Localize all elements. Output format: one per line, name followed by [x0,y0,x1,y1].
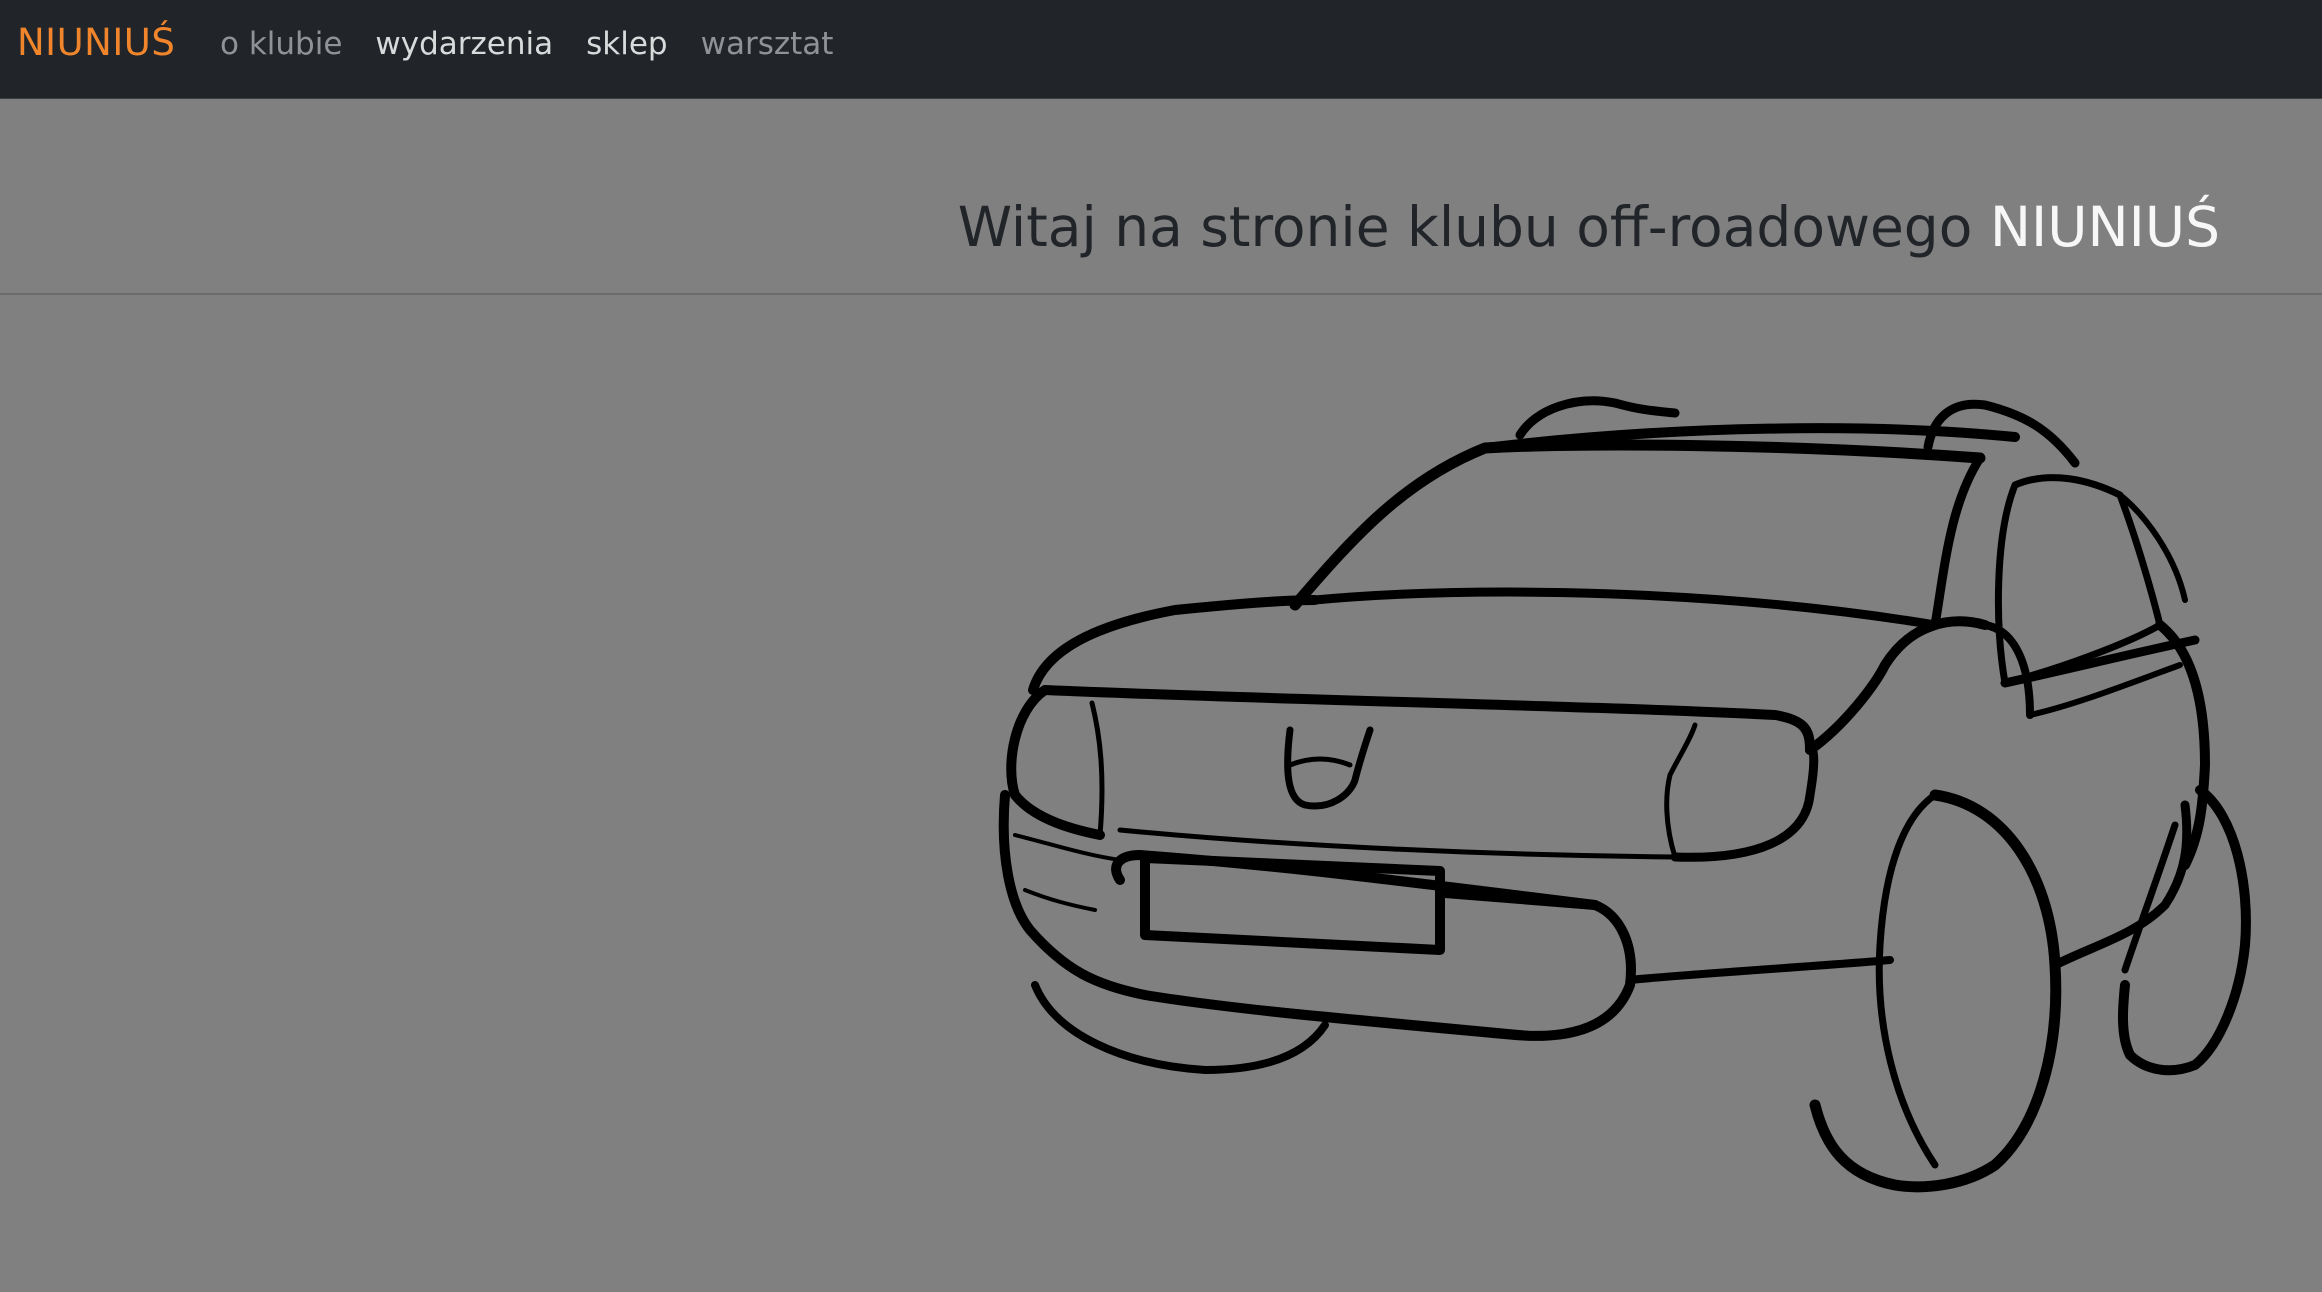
hero-header: Witaj na stronie klubu off-roadowego NIU… [0,99,2322,295]
navbar: NIUNIUŚ o klubie wydarzenia sklep warszt… [0,0,2322,99]
club-name: NIUNIUŚ [1989,195,2220,259]
nav-link-warsztat[interactable]: warsztat [701,22,834,66]
brand-logo-link[interactable]: NIUNIUŚ [17,20,175,66]
nav-link-sklep[interactable]: sklep [586,22,667,66]
nav-link-wydarzenia[interactable]: wydarzenia [375,22,553,66]
nav-link-o-klubie[interactable]: o klubie [220,22,342,66]
welcome-text: Witaj na stronie klubu off-roadowego [957,195,1973,259]
welcome-heading: Witaj na stronie klubu off-roadowego NIU… [958,195,2220,259]
suv-car-illustration [998,396,2251,1193]
nav-links: o klubie wydarzenia sklep warsztat [220,22,866,66]
